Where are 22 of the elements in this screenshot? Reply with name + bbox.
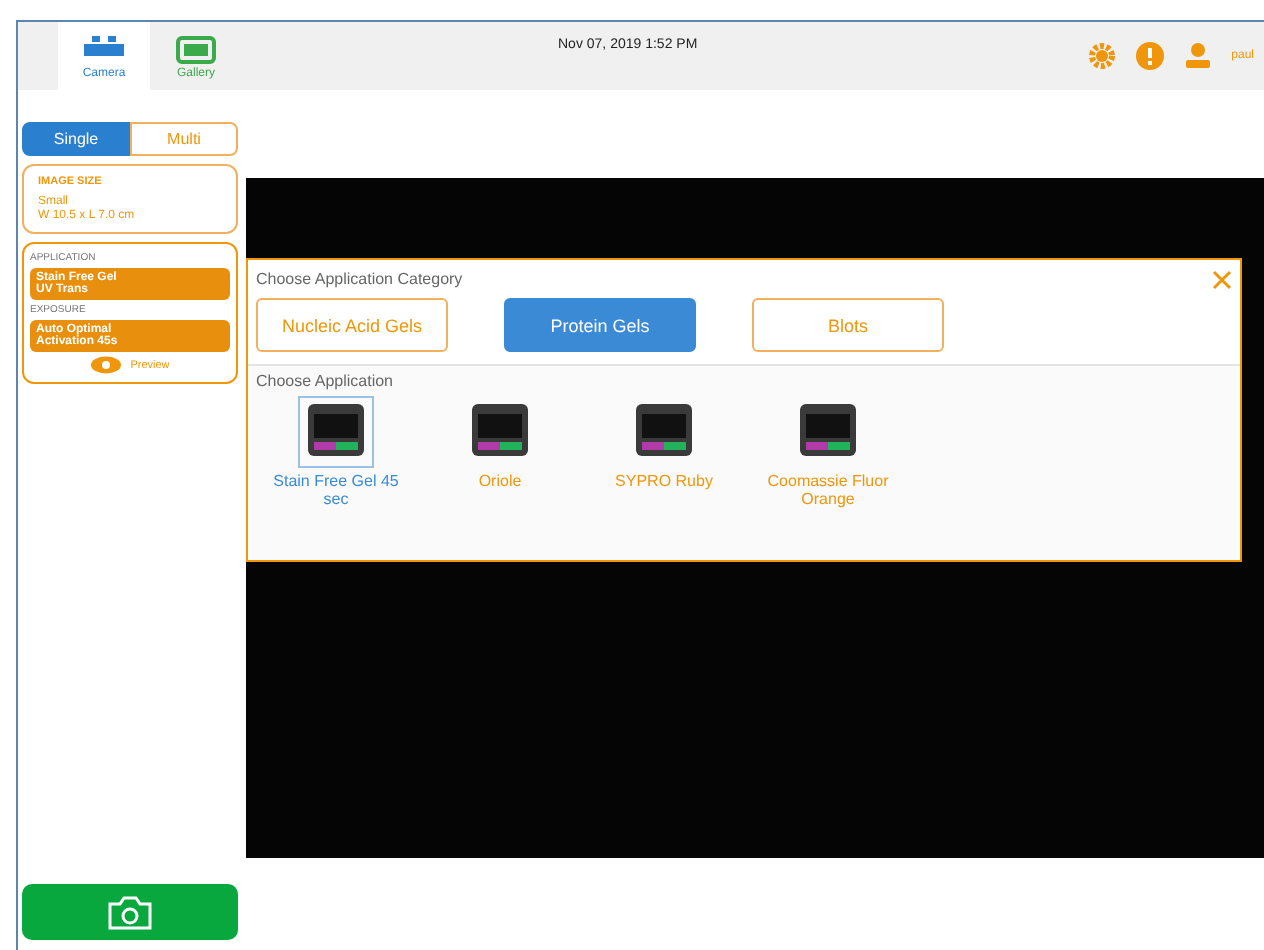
application-option[interactable]: Stain Free Gel 45 sec xyxy=(260,396,412,508)
section-title: Choose Application Category xyxy=(256,270,463,288)
mode-toggle[interactable]: Single xyxy=(22,122,130,156)
gel-tray-icon xyxy=(472,404,528,456)
section-title: Choose Application xyxy=(256,372,393,390)
user-icon[interactable] xyxy=(1183,42,1212,70)
eye-icon xyxy=(90,356,123,374)
category-button[interactable]: Blots xyxy=(752,298,944,352)
category-button[interactable]: Protein Gels xyxy=(504,298,696,352)
gel-tray-icon xyxy=(308,404,364,456)
help-icon[interactable] xyxy=(1135,42,1164,70)
gel-tray-icon xyxy=(636,404,692,456)
close-icon[interactable] xyxy=(1212,270,1232,290)
gel-tray-icon xyxy=(800,404,856,456)
mode-toggle[interactable]: Multi xyxy=(130,122,238,156)
application-option[interactable]: Oriole xyxy=(424,396,576,508)
application-option[interactable]: Coomassie Fluor Orange xyxy=(752,396,904,508)
category-button[interactable]: Nucleic Acid Gels xyxy=(256,298,448,352)
gallery-icon xyxy=(176,33,216,63)
settings-icon[interactable] xyxy=(1087,42,1116,70)
capture-button[interactable] xyxy=(22,884,238,940)
application-option[interactable]: SYPRO Ruby xyxy=(588,396,740,508)
